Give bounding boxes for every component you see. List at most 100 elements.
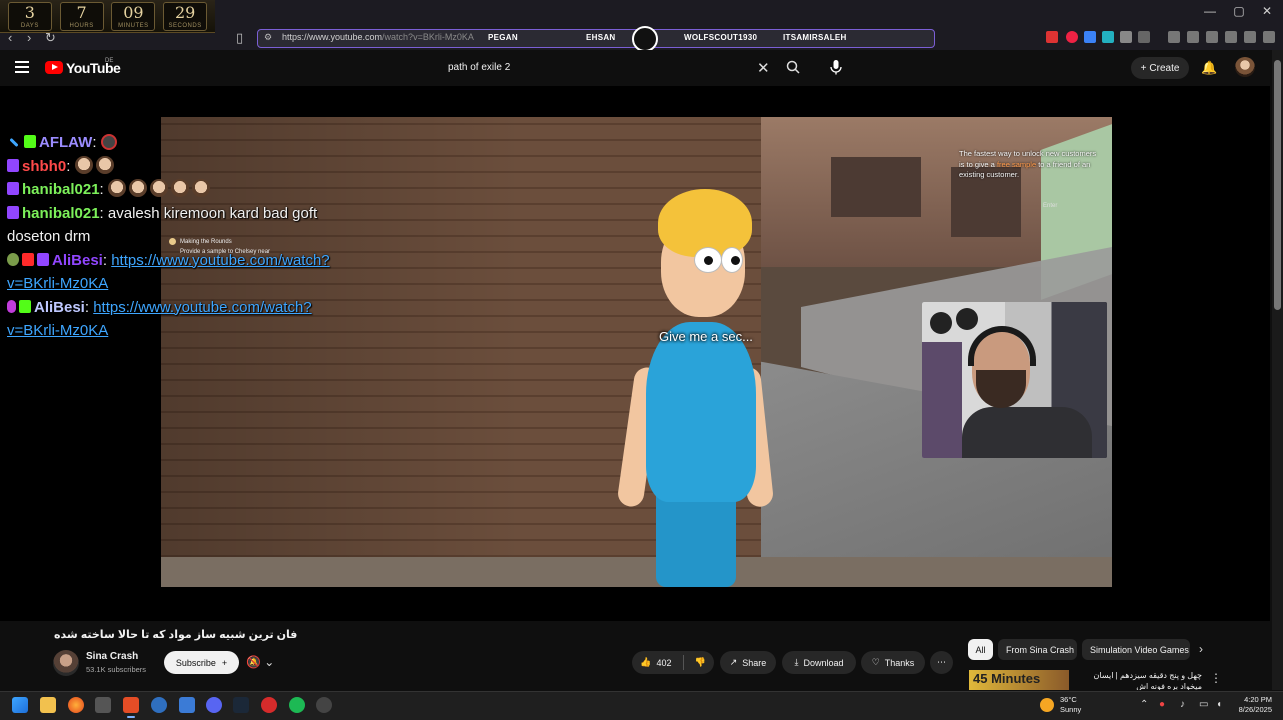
more-vertical-icon[interactable]: ⋮: [1210, 671, 1222, 685]
weather-widget[interactable]: 36°C Sunny: [1060, 695, 1081, 715]
recording-icon[interactable]: [261, 697, 277, 713]
face-emote-icon: [191, 179, 210, 197]
discord-icon[interactable]: [206, 697, 222, 713]
youtube-badge-icon: [22, 252, 34, 266]
subscribe-button[interactable]: Subscribe +: [164, 651, 239, 674]
clock-time: 4:20 PM: [1244, 695, 1272, 704]
chat-username: AliBesi: [52, 251, 103, 269]
tag-ehsan[interactable]: EHSAN: [586, 33, 616, 42]
minimize-icon[interactable]: —: [1196, 4, 1224, 18]
tag-pegan[interactable]: PEGAN: [488, 33, 518, 42]
chat-message: shbh0:: [7, 155, 367, 179]
chat-text: avalesh kiremoon kard bad goft: [107, 204, 318, 222]
url-text[interactable]: https://www.youtube.com/watch?v=BKrli-Mz…: [282, 32, 474, 42]
notifications-bell-icon[interactable]: 🔔: [1201, 60, 1217, 76]
chevron-up-icon[interactable]: ⌃: [1140, 699, 1148, 710]
brave-browser-icon[interactable]: [123, 697, 139, 713]
download-button[interactable]: ⤓ Download: [782, 651, 856, 674]
search-query[interactable]: path of exile 2: [448, 62, 510, 73]
tray-mic-icon[interactable]: ♪: [1180, 699, 1185, 710]
tag-wolfscout[interactable]: WOLFSCOUT1930: [684, 33, 757, 42]
page-scrollbar[interactable]: [1272, 50, 1283, 690]
music-icon[interactable]: [1168, 31, 1180, 43]
hint-enter-key: Enter: [1043, 203, 1058, 209]
volume-icon[interactable]: ◖: [1216, 699, 1222, 710]
clock-date: 8/26/2025: [1238, 705, 1272, 714]
channel-name[interactable]: Sina Crash: [86, 651, 138, 662]
recommendation-thumbnail[interactable]: 45 Minutes: [969, 670, 1069, 690]
tray-app-icon[interactable]: ●: [1159, 699, 1165, 710]
chat-link[interactable]: https://www.youtube.com/watch?: [111, 252, 329, 269]
region-code: DE: [105, 58, 114, 64]
temperature: 36°C: [1060, 695, 1077, 704]
eye-emote-icon: [100, 134, 117, 150]
scrollbar-thumb[interactable]: [1274, 60, 1281, 310]
file-explorer-icon[interactable]: [40, 697, 56, 713]
youtube-logo-icon[interactable]: [45, 61, 63, 74]
sunny-weather-icon[interactable]: [1040, 698, 1054, 712]
extension-blue-icon[interactable]: [1084, 31, 1096, 43]
steam-icon[interactable]: [233, 697, 249, 713]
ai-icon[interactable]: [1225, 31, 1237, 43]
network-icon[interactable]: ▭: [1199, 699, 1208, 710]
create-button[interactable]: + Create: [1131, 57, 1189, 79]
share-button[interactable]: ↗ Share: [720, 651, 776, 674]
like-dislike-button[interactable]: 👍 402 👎: [632, 651, 714, 674]
subscriber-count: 53.1K subscribers: [86, 665, 147, 674]
countdown-minutes: 09 MINUTES: [111, 1, 156, 31]
thumbs-up-icon[interactable]: 👍: [640, 657, 651, 668]
vpn-icon[interactable]: [151, 697, 167, 713]
site-settings-icon[interactable]: ⚙: [264, 32, 272, 43]
more-actions-button[interactable]: ⋯: [930, 651, 953, 674]
chip-from-channel[interactable]: From Sina Crash: [998, 639, 1077, 660]
countdown-seconds-label: SECONDS: [168, 22, 202, 29]
address-bar[interactable]: ⚙ https://www.youtube.com/watch?v=BKrli-…: [257, 26, 935, 52]
terminal-icon[interactable]: [95, 697, 111, 713]
windows-start-icon[interactable]: [12, 697, 28, 713]
chip-all[interactable]: All: [968, 639, 993, 660]
photos-icon[interactable]: [179, 697, 195, 713]
recommendation-title[interactable]: چهل و پنج دقیقه سیزدهم | ایسان میخواد بر…: [1077, 670, 1202, 690]
create-label: Create: [1149, 62, 1180, 74]
thanks-button[interactable]: ♡ Thanks: [861, 651, 925, 674]
extension-teal-icon[interactable]: [1102, 31, 1114, 43]
wallet-icon[interactable]: [1206, 31, 1218, 43]
microphone-icon[interactable]: [827, 58, 845, 76]
clear-search-icon[interactable]: ✕: [757, 59, 770, 77]
notification-bell-off-icon[interactable]: 🔕 ⌄: [246, 655, 274, 669]
hamburger-menu-icon[interactable]: [15, 61, 29, 73]
close-window-icon[interactable]: ✕: [1253, 4, 1281, 18]
shield-icon[interactable]: [1244, 31, 1256, 43]
chip-simulation[interactable]: Simulation Video Games: [1082, 639, 1190, 660]
extension-notify-icon[interactable]: [1066, 31, 1078, 43]
chat-link[interactable]: https://www.youtube.com/watch?: [93, 299, 311, 316]
chat-username: shbh0: [22, 157, 67, 175]
chat-link[interactable]: v=BKrli-Mz0KA: [7, 275, 108, 292]
chevron-right-icon[interactable]: ›: [1199, 642, 1203, 656]
search-icon[interactable]: [786, 60, 800, 74]
tag-itsamirsaleh[interactable]: ITSAMIRSALEH: [783, 33, 847, 42]
maximize-icon[interactable]: ▢: [1225, 4, 1253, 18]
extension-screenshot-icon[interactable]: [1138, 31, 1150, 43]
face-emote-icon: [128, 179, 147, 197]
chat-link[interactable]: v=BKrli-Mz0KA: [7, 322, 108, 339]
bookmark-icon[interactable]: ▯: [236, 30, 243, 46]
thumbs-down-icon[interactable]: 👎: [695, 657, 706, 668]
system-clock[interactable]: 4:20 PM 8/26/2025: [1234, 695, 1272, 715]
channel-avatar[interactable]: [53, 650, 79, 676]
extension-puzzle-icon[interactable]: [1120, 31, 1132, 43]
extension-red-icon[interactable]: [1046, 31, 1058, 43]
thanks-icon: ♡: [871, 657, 880, 667]
settings-gear-icon[interactable]: [316, 697, 332, 713]
chat-text: doseton drm: [7, 228, 91, 245]
chat-message: AFLAW:: [7, 131, 367, 155]
chat-message: AliBesi: https://www.youtube.com/watch?: [7, 296, 367, 320]
spotify-icon[interactable]: [289, 697, 305, 713]
sidebar-icon[interactable]: [1187, 31, 1199, 43]
firefox-icon[interactable]: [68, 697, 84, 713]
menu-icon[interactable]: [1263, 31, 1275, 43]
user-avatar[interactable]: [1235, 57, 1255, 77]
twitch-badge-icon: [7, 158, 19, 172]
thanks-label: Thanks: [884, 657, 915, 668]
chat-message-continued: v=BKrli-Mz0KA: [7, 319, 367, 343]
